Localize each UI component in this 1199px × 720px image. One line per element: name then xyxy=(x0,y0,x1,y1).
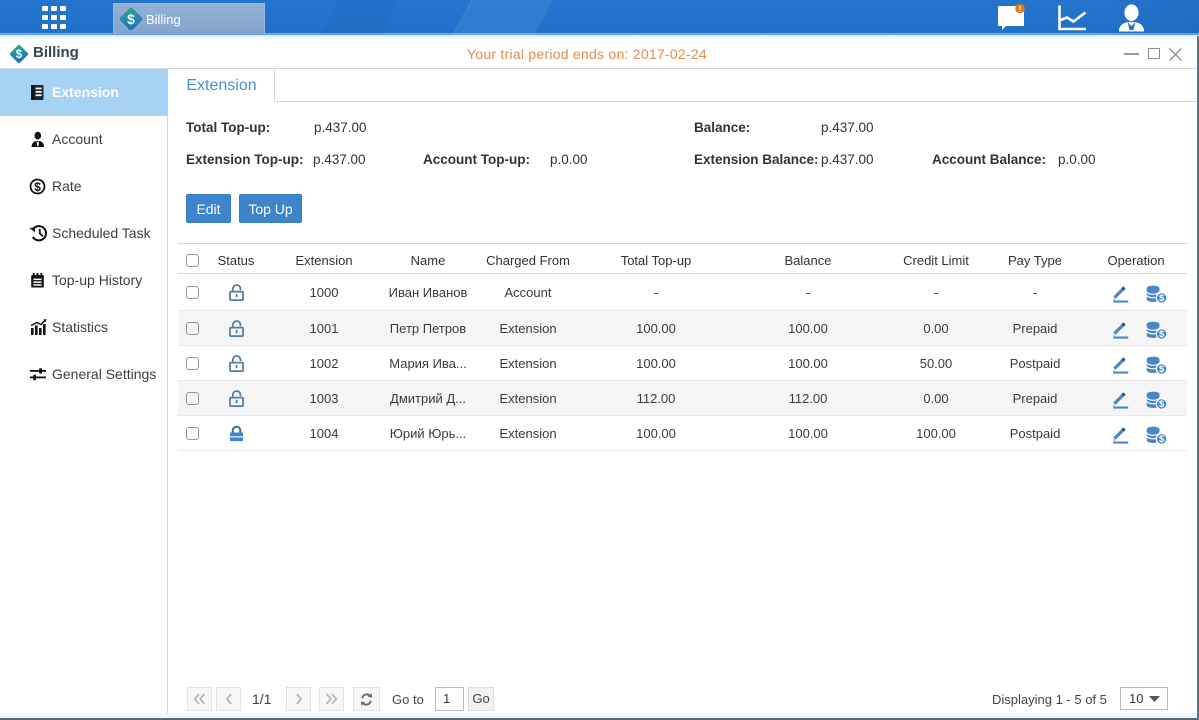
svg-text:$: $ xyxy=(16,49,23,61)
svg-text:!: ! xyxy=(1019,5,1022,14)
svg-text:$: $ xyxy=(127,11,135,27)
svg-text:$: $ xyxy=(34,180,41,194)
